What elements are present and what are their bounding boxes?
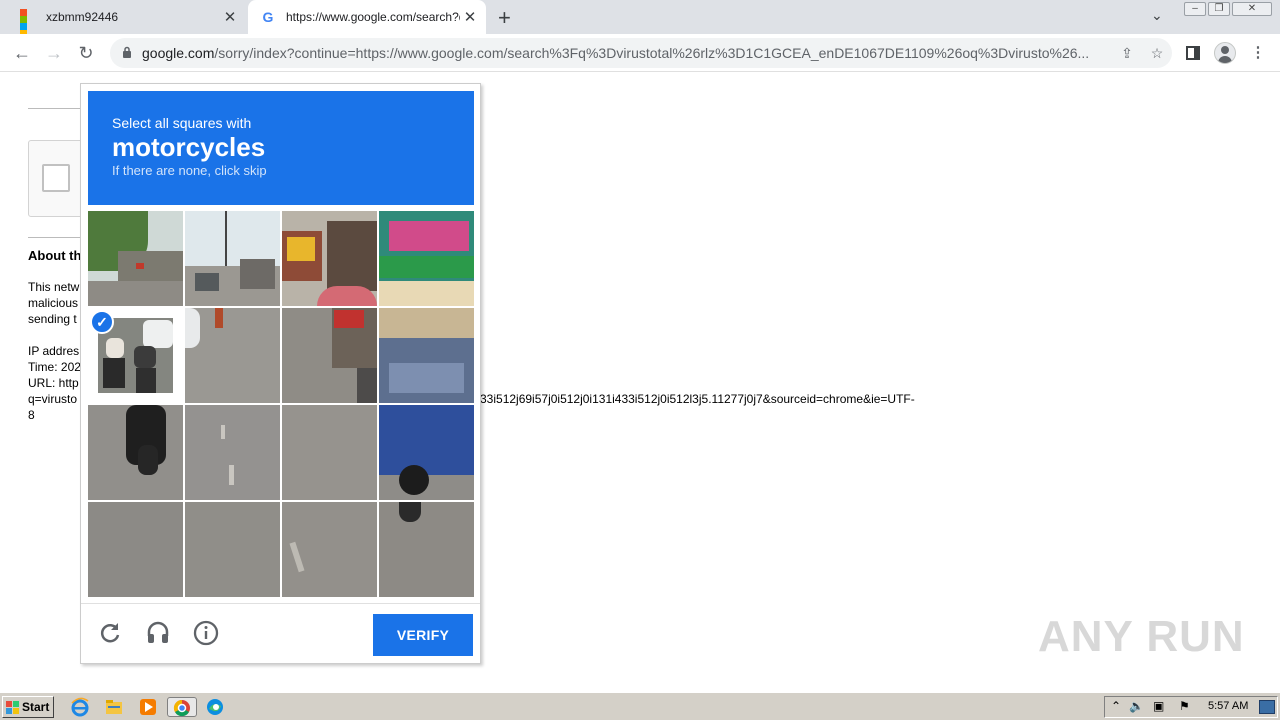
taskbar: Start ⌃ 🔈 ▣ ⚑ 5:57 AM bbox=[0, 692, 1280, 720]
reload-icon[interactable]: ↻ bbox=[74, 41, 98, 65]
windows-flag-icon bbox=[6, 700, 19, 714]
tab-xzbmm92446[interactable]: xzbmm92446 ✕ bbox=[8, 0, 246, 37]
image-tile[interactable] bbox=[379, 211, 474, 306]
profile-avatar-icon[interactable] bbox=[1213, 41, 1237, 65]
ip-address-line: IP addres bbox=[28, 344, 80, 358]
side-panel-icon[interactable] bbox=[1181, 41, 1205, 65]
image-tile[interactable] bbox=[282, 211, 377, 306]
paragraph-line: sending t bbox=[28, 312, 77, 326]
url-line-cont: q=virusto bbox=[28, 392, 78, 406]
info-icon[interactable] bbox=[193, 620, 223, 650]
time-line: Time: 202 bbox=[28, 360, 81, 374]
url-text[interactable]: google.com/sorry/index?continue=https://… bbox=[142, 45, 1112, 61]
paragraph-line: malicious bbox=[28, 296, 79, 310]
close-tab-icon[interactable]: ✕ bbox=[220, 8, 240, 26]
image-tile[interactable] bbox=[282, 502, 377, 597]
volume-icon[interactable]: 🔈 bbox=[1129, 699, 1144, 713]
tab-title: https://www.google.com/search?q= bbox=[286, 10, 460, 24]
image-tile[interactable] bbox=[88, 211, 183, 306]
tab-search-chevron-icon[interactable]: ⌄ bbox=[1151, 7, 1163, 24]
image-tile[interactable] bbox=[282, 308, 377, 403]
captcha-challenge-popup: Select all squares with motorcycles If t… bbox=[80, 83, 481, 664]
ie-icon[interactable] bbox=[70, 697, 90, 717]
windows-logo-icon bbox=[20, 9, 36, 37]
tab-google-search[interactable]: G https://www.google.com/search?q= ✕ bbox=[248, 0, 486, 34]
network-icon[interactable]: ▣ bbox=[1153, 699, 1164, 713]
image-tile-selected[interactable]: ✓ bbox=[88, 308, 183, 403]
back-arrow-icon[interactable]: ← bbox=[10, 41, 34, 65]
image-tile[interactable] bbox=[88, 405, 183, 500]
anyrun-watermark: ANY RUN bbox=[1038, 612, 1245, 661]
close-window-icon[interactable]: ✕ bbox=[1232, 2, 1272, 16]
verify-button[interactable]: VERIFY bbox=[373, 614, 473, 656]
image-tile[interactable] bbox=[379, 308, 474, 403]
challenge-instruction: Select all squares with bbox=[112, 115, 252, 131]
paragraph-line: This netw bbox=[28, 280, 80, 294]
reload-icon[interactable] bbox=[97, 620, 127, 650]
image-grid: ✓ bbox=[88, 211, 474, 597]
tab-title: xzbmm92446 bbox=[46, 10, 119, 24]
selected-check-icon: ✓ bbox=[90, 310, 114, 334]
image-tile[interactable] bbox=[185, 502, 280, 597]
image-tile[interactable] bbox=[88, 502, 183, 597]
tab-strip: xzbmm92446 ✕ G https://www.google.com/se… bbox=[0, 0, 1280, 37]
lock-icon[interactable] bbox=[122, 46, 134, 61]
image-tile[interactable] bbox=[282, 405, 377, 500]
url-line: URL: http bbox=[28, 376, 79, 390]
new-tab-button[interactable]: + bbox=[498, 5, 511, 31]
recaptcha-checkbox[interactable] bbox=[42, 164, 70, 192]
restore-icon[interactable]: ❐ bbox=[1208, 2, 1230, 16]
audio-challenge-icon[interactable] bbox=[145, 620, 175, 650]
start-label: Start bbox=[22, 700, 50, 714]
bookmark-star-icon[interactable]: ☆ bbox=[1142, 45, 1172, 62]
image-tile[interactable] bbox=[185, 405, 280, 500]
explorer-icon[interactable] bbox=[104, 697, 124, 717]
challenge-object: motorcycles bbox=[112, 132, 266, 162]
chrome-icon[interactable] bbox=[167, 697, 197, 717]
clock: 5:57 AM bbox=[1208, 700, 1249, 712]
action-center-flag-icon[interactable]: ⚑ bbox=[1179, 699, 1190, 713]
browser-toolbar: ← → ↻ google.com/sorry/index?continue=ht… bbox=[0, 34, 1280, 72]
google-g-icon: G bbox=[262, 9, 274, 25]
media-player-icon[interactable] bbox=[138, 697, 158, 717]
close-tab-icon[interactable]: ✕ bbox=[460, 8, 480, 26]
tray-expand-icon[interactable]: ⌃ bbox=[1111, 699, 1121, 713]
system-tray: ⌃ 🔈 ▣ ⚑ bbox=[1104, 696, 1278, 718]
minimize-icon[interactable]: – bbox=[1184, 2, 1206, 16]
image-tile[interactable] bbox=[185, 211, 280, 306]
image-tile[interactable] bbox=[379, 405, 474, 500]
divider bbox=[28, 108, 88, 109]
challenge-header: Select all squares with motorcycles If t… bbox=[88, 91, 474, 205]
show-desktop-icon[interactable] bbox=[1259, 700, 1275, 714]
window-controls: – ❐ ✕ bbox=[1184, 2, 1272, 16]
about-heading: About th bbox=[28, 248, 82, 263]
divider bbox=[28, 237, 88, 238]
challenge-hint: If there are none, click skip bbox=[112, 163, 267, 178]
edge-icon[interactable] bbox=[205, 697, 225, 717]
share-icon[interactable]: ⇪ bbox=[1112, 45, 1142, 62]
challenge-footer: VERIFY bbox=[81, 603, 480, 663]
start-button[interactable]: Start bbox=[2, 696, 54, 718]
image-tile[interactable] bbox=[185, 308, 280, 403]
address-bar[interactable]: google.com/sorry/index?continue=https://… bbox=[110, 38, 1172, 68]
url-tail-text: 33i512j69i57j0i512j0i131i433i512j0i512l3… bbox=[480, 392, 915, 406]
forward-arrow-icon[interactable]: → bbox=[42, 41, 66, 65]
recaptcha-widget[interactable] bbox=[28, 140, 88, 217]
url-line-end: 8 bbox=[28, 408, 35, 422]
image-tile[interactable] bbox=[379, 502, 474, 597]
kebab-menu-icon[interactable]: ⋮ bbox=[1246, 41, 1270, 65]
